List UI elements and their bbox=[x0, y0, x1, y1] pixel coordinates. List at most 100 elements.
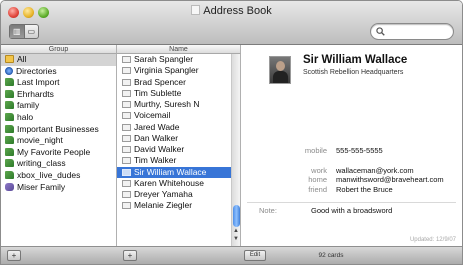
add-group-button[interactable]: + bbox=[7, 250, 21, 261]
name-list: Sarah Spangler Virginia Spangler Brad Spen… bbox=[117, 54, 241, 246]
name-item-label: David Walker bbox=[134, 144, 185, 154]
add-person-button[interactable]: + bbox=[123, 250, 137, 261]
mobile-value[interactable]: 555-555-5555 bbox=[336, 146, 383, 155]
contact-card-icon bbox=[122, 67, 131, 75]
contact-card-icon bbox=[122, 179, 131, 187]
contact-card-icon bbox=[122, 191, 131, 198]
contact-name: Sir William Wallace bbox=[303, 54, 408, 66]
group-item-label: movie_night bbox=[17, 135, 63, 146]
contact-card: Sir William Wallace Scottish Rebellion H… bbox=[241, 45, 462, 246]
group-item-label: Important Businesses bbox=[17, 123, 99, 134]
view-mode-toggle[interactable]: ▥ ▭ bbox=[9, 24, 39, 39]
name-item-label: Tim Sublette bbox=[134, 87, 182, 98]
name-item[interactable]: Dreyer Yamaha bbox=[117, 189, 240, 200]
group-item[interactable]: All bbox=[1, 54, 116, 66]
name-item-label: Virginia Spangler bbox=[134, 65, 199, 76]
group-item-label: xbox_live_dudes bbox=[17, 169, 81, 180]
name-item[interactable]: Karen Whitehouse bbox=[117, 178, 240, 189]
group-icon bbox=[5, 89, 14, 98]
group-item-label: Ehrhardts bbox=[17, 88, 54, 99]
name-item[interactable]: David Walker bbox=[117, 144, 240, 155]
group-item-label: All bbox=[17, 54, 27, 64]
scroll-up-arrow-icon[interactable]: ▲ bbox=[233, 228, 239, 235]
contact-card-icon bbox=[122, 157, 131, 165]
group-item[interactable]: Miser Family bbox=[1, 182, 116, 194]
name-item[interactable]: Murthy, Suresh N bbox=[117, 99, 240, 110]
name-column-header: Name bbox=[117, 45, 241, 54]
name-item[interactable]: Tim Walker bbox=[117, 155, 240, 166]
work-email-value[interactable]: wallaceman@york.com bbox=[336, 166, 414, 175]
group-item[interactable]: movie_night bbox=[1, 135, 116, 147]
group-item-label: Last Import bbox=[17, 77, 60, 88]
group-item[interactable]: writing_class bbox=[1, 158, 116, 170]
group-item-label: Miser Family bbox=[17, 181, 66, 192]
name-item-label: Dreyer Yamaha bbox=[134, 189, 193, 199]
name-item-label: Dan Walker bbox=[134, 132, 179, 143]
name-item-label: Jared Wade bbox=[134, 121, 180, 132]
bottom-toolbar: + + Edit 92 cards bbox=[1, 246, 462, 264]
document-icon bbox=[191, 5, 201, 15]
group-icon bbox=[5, 136, 14, 145]
group-icon bbox=[5, 101, 14, 110]
group-item-label: Directories bbox=[16, 65, 57, 76]
note-text[interactable]: Good with a broadsword bbox=[311, 206, 392, 215]
group-item[interactable]: family bbox=[1, 100, 116, 112]
contact-card-icon bbox=[122, 101, 131, 108]
group-icon bbox=[5, 159, 14, 168]
note-divider bbox=[247, 202, 456, 203]
group-item-label: halo bbox=[17, 111, 34, 122]
group-icon bbox=[5, 112, 14, 121]
card-only-view-button[interactable]: ▭ bbox=[23, 25, 39, 38]
name-item-label: Melanie Ziegler bbox=[134, 200, 193, 211]
card-count: 92 cards bbox=[318, 252, 344, 259]
contact-card-icon bbox=[122, 123, 131, 131]
group-icon bbox=[5, 147, 14, 156]
work-email-label: work bbox=[311, 166, 327, 175]
group-item[interactable]: Ehrhardts bbox=[1, 89, 116, 101]
name-item-label: Brad Spencer bbox=[134, 76, 186, 87]
name-list-scrollbar[interactable]: ▲ ▼ bbox=[231, 54, 240, 246]
portrait-head-icon bbox=[276, 61, 285, 71]
scrollbar-thumb[interactable] bbox=[233, 205, 240, 227]
contact-card-icon bbox=[122, 89, 131, 97]
portrait-body-icon bbox=[273, 71, 288, 83]
contact-card-icon bbox=[122, 168, 131, 176]
contact-card-icon bbox=[122, 134, 131, 142]
group-item[interactable]: Last Import bbox=[1, 77, 116, 89]
name-item-label: Sarah Spangler bbox=[134, 54, 194, 64]
search-field[interactable] bbox=[370, 23, 454, 40]
search-input[interactable] bbox=[387, 25, 449, 38]
title-bar: Address Book ▥ ▭ bbox=[1, 1, 462, 45]
address-book-icon bbox=[5, 55, 14, 63]
home-email-value[interactable]: manwithsword@braveheart.com bbox=[336, 175, 444, 184]
three-column-view-button[interactable]: ▥ bbox=[10, 25, 24, 38]
contact-card-icon bbox=[122, 56, 131, 63]
group-item[interactable]: Important Businesses bbox=[1, 124, 116, 136]
scroll-down-arrow-icon[interactable]: ▼ bbox=[233, 236, 239, 243]
updated-timestamp: Updated: 12/9/07 bbox=[409, 237, 456, 243]
smart-group-icon bbox=[5, 182, 14, 191]
name-item[interactable]: Brad Spencer bbox=[117, 77, 240, 88]
directory-globe-icon bbox=[5, 66, 13, 75]
group-item[interactable]: My Favorite People bbox=[1, 147, 116, 159]
name-item[interactable]: Sir William Wallace bbox=[117, 166, 240, 178]
name-item[interactable]: Voicemail bbox=[117, 110, 240, 121]
group-item-label: family bbox=[17, 100, 40, 111]
search-icon bbox=[376, 27, 385, 36]
name-item[interactable]: Sarah Spangler bbox=[117, 54, 240, 65]
contact-photo[interactable] bbox=[269, 56, 291, 84]
name-item-label: Karen Whitehouse bbox=[134, 177, 204, 188]
name-item[interactable]: Melanie Ziegler bbox=[117, 200, 240, 211]
name-item[interactable]: Tim Sublette bbox=[117, 88, 240, 99]
friend-value[interactable]: Robert the Bruce bbox=[336, 185, 393, 194]
name-item[interactable]: Jared Wade bbox=[117, 122, 240, 133]
contact-card-icon bbox=[122, 78, 131, 86]
group-item[interactable]: Directories bbox=[1, 66, 116, 78]
edit-button[interactable]: Edit bbox=[244, 250, 266, 261]
name-item[interactable]: Virginia Spangler bbox=[117, 65, 240, 76]
address-book-window: Address Book ▥ ▭ Group Name All Directori… bbox=[0, 0, 463, 265]
group-item[interactable]: halo bbox=[1, 112, 116, 124]
group-item[interactable]: xbox_live_dudes bbox=[1, 170, 116, 182]
group-icon bbox=[5, 78, 14, 87]
name-item[interactable]: Dan Walker bbox=[117, 133, 240, 144]
